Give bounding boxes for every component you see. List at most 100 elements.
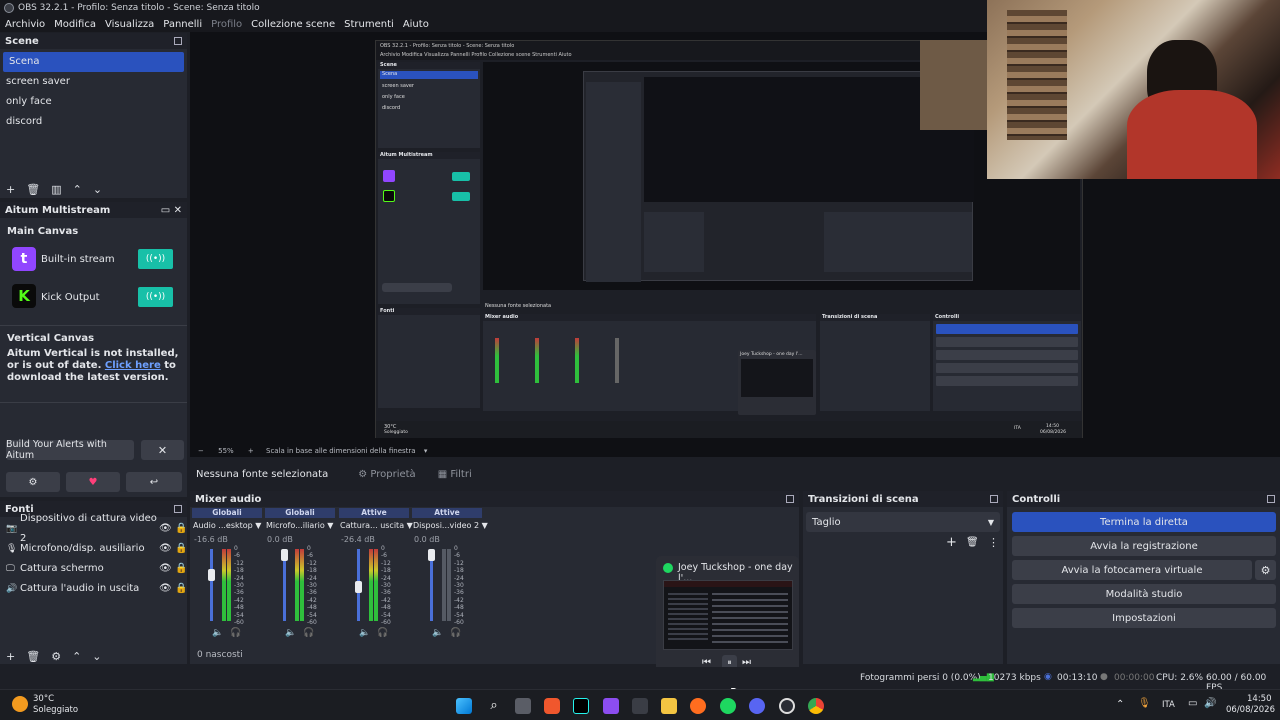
- monitor-headphones-icon[interactable]: 🎧: [450, 628, 461, 638]
- language[interactable]: ITA: [1162, 700, 1175, 710]
- firefox-icon[interactable]: [690, 698, 706, 714]
- controls-header: Controlli: [1007, 491, 1280, 507]
- undock-icon[interactable]: [990, 495, 998, 503]
- settings-button[interactable]: Impostazioni: [1012, 608, 1276, 628]
- stream-toggle-button[interactable]: ((•)): [138, 249, 173, 269]
- start-recording-button[interactable]: Avvia la registrazione: [1012, 536, 1276, 556]
- volume-fader-knob[interactable]: [281, 549, 288, 561]
- mute-speaker-icon[interactable]: 🔈: [285, 628, 296, 638]
- stream-toggle-button[interactable]: ((•)): [138, 287, 173, 307]
- move-up-icon[interactable]: ⌃: [73, 183, 82, 196]
- spotify-icon[interactable]: [720, 698, 736, 714]
- scene-item[interactable]: discord: [0, 112, 187, 132]
- lock-icon[interactable]: 🔒: [175, 539, 187, 559]
- move-down-icon[interactable]: ⌄: [93, 183, 102, 196]
- build-alerts-button[interactable]: Build Your Alerts with Aitum: [6, 439, 134, 461]
- add-icon[interactable]: +: [946, 535, 957, 550]
- scene-item[interactable]: Scena: [3, 52, 184, 72]
- settings-button[interactable]: ⚙: [6, 472, 60, 492]
- chevron-down-icon[interactable]: ▾: [424, 447, 428, 455]
- menu-collezione-scene[interactable]: Collezione scene: [251, 19, 335, 30]
- task-view-icon[interactable]: [515, 698, 531, 714]
- filters-button[interactable]: ▦ Filtri: [438, 469, 472, 480]
- brave-icon[interactable]: [544, 698, 560, 714]
- eye-icon[interactable]: 👁: [159, 519, 175, 539]
- network-icon[interactable]: ▭: [1188, 698, 1197, 709]
- virtual-camera-button[interactable]: Avvia la fotocamera virtuale: [1012, 560, 1252, 580]
- properties-button[interactable]: ⚙ Proprietà: [358, 469, 415, 480]
- menu-profilo[interactable]: Profilo: [211, 19, 242, 30]
- volume-fader-knob[interactable]: [355, 580, 362, 593]
- monitor-headphones-icon[interactable]: 🎧: [230, 628, 241, 638]
- zoom-out-icon[interactable]: −: [198, 447, 204, 455]
- lock-icon[interactable]: 🔒: [175, 559, 187, 579]
- volume-fader-knob[interactable]: [428, 549, 435, 561]
- more-icon[interactable]: ⋮: [988, 536, 999, 549]
- menu-aiuto[interactable]: Aiuto: [403, 19, 429, 30]
- microphone-tray-icon[interactable]: 🎙: [1138, 698, 1151, 709]
- share-button[interactable]: ↩: [126, 472, 182, 492]
- move-down-icon[interactable]: ⌄: [92, 650, 101, 663]
- heart-button[interactable]: ♥: [66, 472, 120, 492]
- discord-icon[interactable]: [749, 698, 765, 714]
- menu-pannelli[interactable]: Pannelli: [163, 19, 202, 30]
- store-icon[interactable]: [632, 698, 648, 714]
- mute-speaker-icon[interactable]: 🔈: [432, 628, 443, 638]
- eye-icon[interactable]: 👁: [159, 579, 175, 599]
- source-item[interactable]: 🔊 Cattura l'audio in uscita 👁 🔒: [0, 579, 187, 599]
- tray-chevron-icon[interactable]: ⌃: [1116, 699, 1124, 710]
- app-icon[interactable]: [603, 698, 619, 714]
- virtual-camera-settings-icon[interactable]: ⚙: [1255, 560, 1276, 580]
- nested-btn-blue: [936, 324, 1078, 334]
- move-up-icon[interactable]: ⌃: [72, 650, 81, 663]
- add-icon[interactable]: +: [6, 183, 15, 196]
- start-icon[interactable]: [456, 698, 472, 714]
- mute-speaker-icon[interactable]: 🔈: [359, 628, 370, 638]
- source-item[interactable]: 🖵 Cattura schermo 👁 🔒: [0, 559, 187, 579]
- nested-scenes-title: Scene: [378, 62, 480, 69]
- undock-icon[interactable]: [174, 505, 182, 513]
- eye-icon[interactable]: 👁: [159, 559, 175, 579]
- menu-modifica[interactable]: Modifica: [54, 19, 96, 30]
- gear-icon[interactable]: ⚙: [51, 650, 61, 663]
- stop-streaming-button[interactable]: Termina la diretta: [1012, 512, 1276, 532]
- search-icon[interactable]: ⌕: [486, 698, 502, 714]
- lock-icon[interactable]: 🔒: [175, 579, 187, 599]
- hidden-count: 0 nascosti: [197, 650, 243, 660]
- source-item[interactable]: 📷 Dispositivo di cattura video 2 👁 🔒: [0, 513, 187, 544]
- monitor-headphones-icon[interactable]: 🎧: [303, 628, 314, 638]
- add-icon[interactable]: +: [6, 650, 15, 663]
- trash-icon[interactable]: 🗑: [26, 650, 40, 663]
- menu-strumenti[interactable]: Strumenti: [344, 19, 394, 30]
- volume-icon[interactable]: 🔊: [1204, 698, 1216, 709]
- source-label: Cattura l'audio in uscita: [20, 583, 140, 594]
- trash-icon[interactable]: 🗑: [966, 537, 979, 548]
- volume-fader[interactable]: [210, 549, 213, 621]
- monitor-headphones-icon[interactable]: 🎧: [377, 628, 388, 638]
- studio-mode-button[interactable]: Modalità studio: [1012, 584, 1276, 604]
- menu-icon[interactable]: [786, 495, 794, 503]
- preview-canvas[interactable]: OBS 32.2.1 - Profilo: Senza titolo - Sce…: [190, 0, 1280, 457]
- source-item[interactable]: 🎙 Microfono/disp. ausiliario 👁 🔒: [0, 539, 187, 559]
- chrome-icon[interactable]: [808, 698, 824, 714]
- undock-icon[interactable]: [174, 37, 182, 45]
- scene-item[interactable]: only face: [0, 92, 187, 112]
- filter-icon[interactable]: ▥: [51, 183, 61, 196]
- menu-visualizza[interactable]: Visualizza: [105, 19, 154, 30]
- tiktok-icon[interactable]: [573, 698, 589, 714]
- dismiss-button[interactable]: ✕: [141, 440, 184, 460]
- scene-item[interactable]: screen saver: [0, 72, 187, 92]
- undock-icon[interactable]: [1267, 495, 1275, 503]
- obs-icon[interactable]: [779, 698, 795, 714]
- zoom-in-icon[interactable]: +: [248, 447, 254, 455]
- menu-archivio[interactable]: Archivio: [5, 19, 45, 30]
- click-here-link[interactable]: Click here: [105, 360, 161, 371]
- mute-speaker-icon[interactable]: 🔈: [212, 628, 223, 638]
- folder-icon[interactable]: [661, 698, 677, 714]
- trash-icon[interactable]: 🗑: [26, 183, 40, 196]
- eye-icon[interactable]: 👁: [159, 539, 175, 559]
- volume-fader-knob[interactable]: [208, 568, 215, 581]
- close-icon[interactable]: ▭ ✕: [161, 205, 182, 216]
- lock-icon[interactable]: 🔒: [175, 519, 187, 539]
- transition-select[interactable]: Taglio ▼: [806, 512, 1000, 532]
